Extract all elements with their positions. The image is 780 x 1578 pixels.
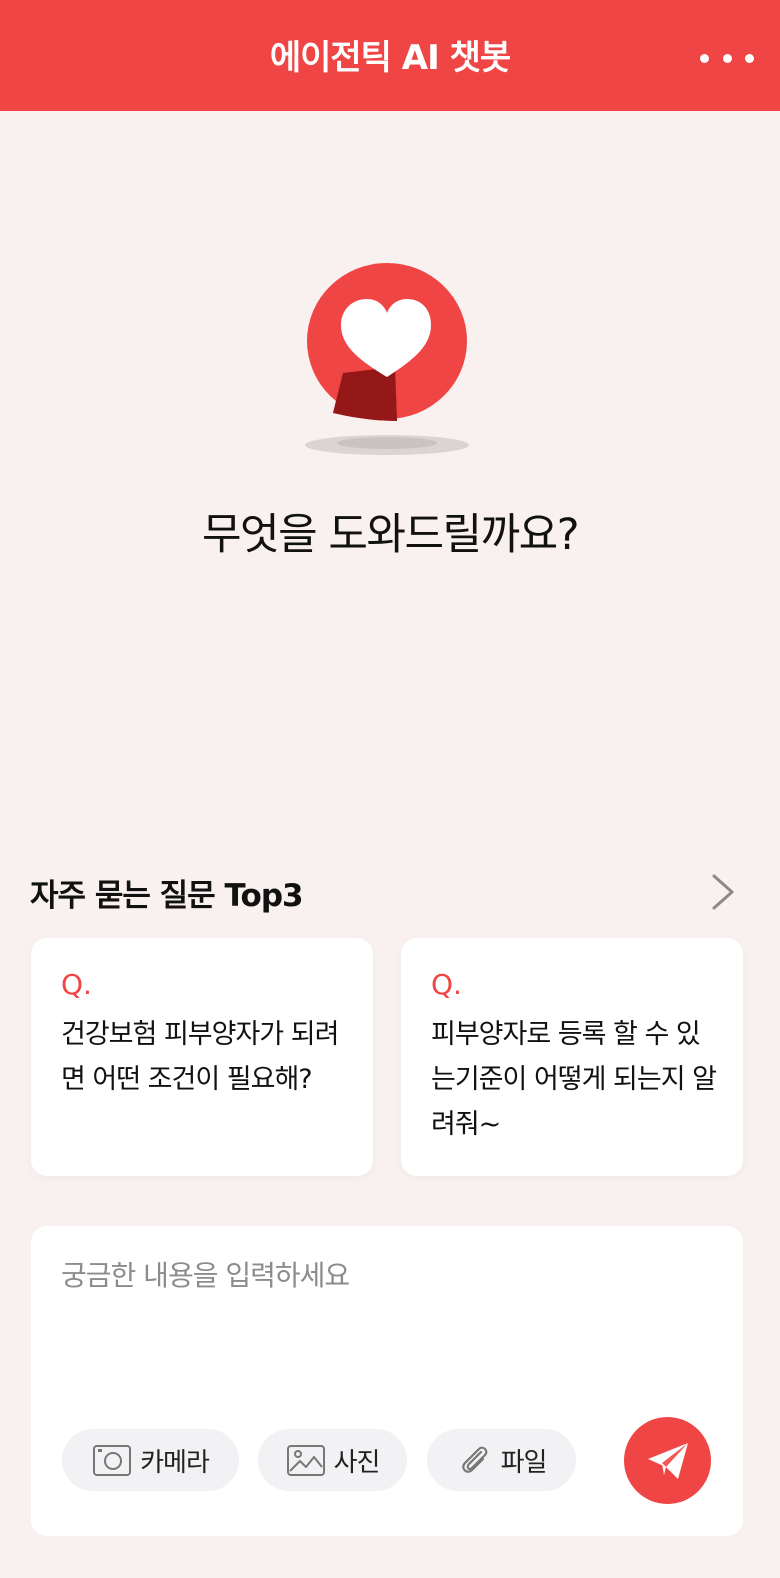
camera-button-label: 카메라 xyxy=(140,1447,210,1478)
photo-button-label: 사진 xyxy=(333,1447,381,1478)
send-button[interactable] xyxy=(624,1417,711,1504)
message-composer: 카메라 사진 파일 xyxy=(31,1226,743,1536)
faq-question-text: 피부양자로 등록 할 수 있는기준이 어떻게 되는지 알려줘~ xyxy=(431,1019,717,1140)
faq-q-label: Q. xyxy=(431,968,462,1001)
faq-card-1[interactable]: Q. 건강보험 피부양자가 되려면 어떤 조건이 필요해? xyxy=(31,938,373,1176)
more-options-button[interactable] xyxy=(700,38,754,78)
photo-button[interactable]: 사진 xyxy=(258,1429,407,1491)
paper-plane-icon xyxy=(647,1442,688,1479)
heart-chat-bubble-logo xyxy=(295,255,485,465)
file-button[interactable]: 파일 xyxy=(427,1429,576,1491)
faq-section-title: 자주 묻는 질문 Top3 xyxy=(30,878,304,914)
more-horizontal-icon xyxy=(700,53,709,63)
file-button-label: 파일 xyxy=(500,1447,548,1478)
chevron-right-icon xyxy=(712,874,734,910)
app-header: 에이전틱 AI 챗봇 xyxy=(0,0,780,111)
camera-button[interactable]: 카메라 xyxy=(62,1429,239,1491)
faq-more-button[interactable] xyxy=(706,870,742,914)
faq-q-label: Q. xyxy=(61,968,92,1001)
message-input[interactable] xyxy=(59,1252,713,1406)
camera-icon xyxy=(93,1445,132,1476)
greeting-heading: 무엇을 도와드릴까요? xyxy=(201,510,580,560)
image-icon xyxy=(286,1445,325,1476)
faq-question-text: 건강보험 피부양자가 되려면 어떤 조건이 필요해? xyxy=(61,1019,339,1095)
faq-card-2[interactable]: Q. 피부양자로 등록 할 수 있는기준이 어떻게 되는지 알려줘~ xyxy=(401,938,743,1176)
paperclip-icon xyxy=(461,1446,487,1473)
page-title: 에이전틱 AI 챗봇 xyxy=(269,38,511,78)
